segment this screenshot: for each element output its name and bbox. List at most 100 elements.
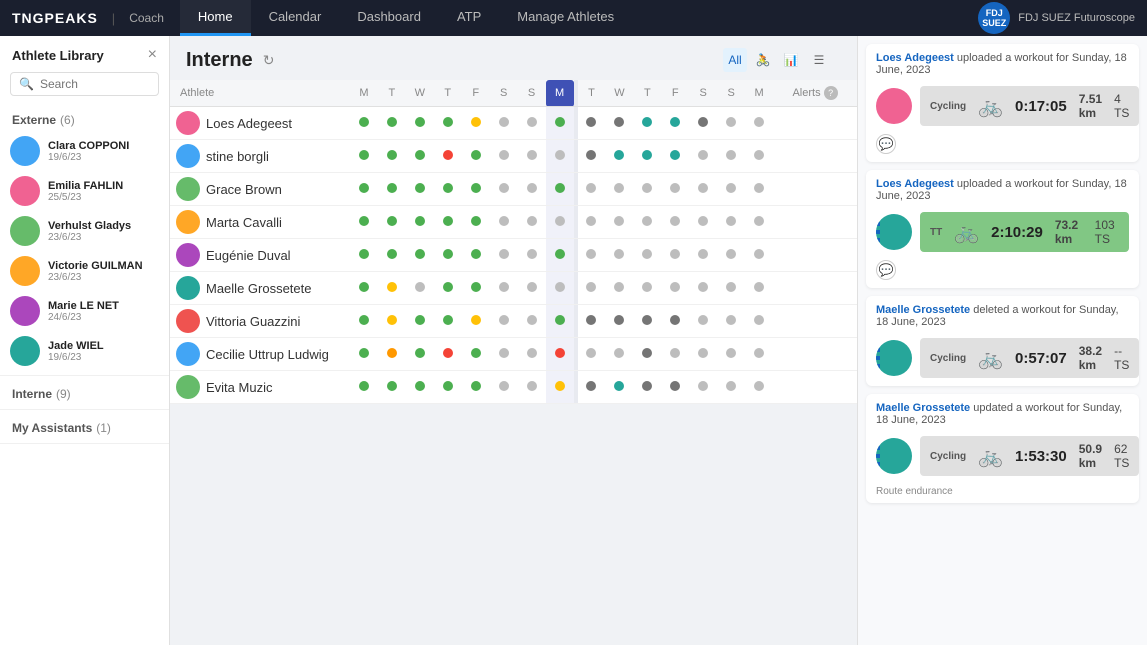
dot-cell [745, 173, 773, 206]
table-row[interactable]: Maelle Grossetete [170, 272, 857, 305]
section-label-Externe[interactable]: Externe(6) [12, 113, 75, 127]
search-box[interactable]: 🔍 [10, 72, 159, 96]
activity-detail[interactable]: Cycling 🚲 1:53:30 50.9 km 62 TS [920, 436, 1139, 476]
dot-cell [633, 338, 661, 371]
training-dot [586, 117, 596, 127]
training-dot [527, 282, 537, 292]
dot-cell [490, 371, 518, 404]
table-row[interactable]: Evita Muzic [170, 371, 857, 404]
nav-tab-calendar[interactable]: Calendar [251, 0, 340, 36]
sidebar-athlete-item[interactable]: Jade WIEL 19/6/23 [0, 331, 169, 371]
dot-cell [378, 272, 406, 305]
alert-cell [773, 173, 857, 206]
training-dot [726, 150, 736, 160]
sidebar-athlete-item[interactable]: Verhulst Gladys 23/6/23 [0, 211, 169, 251]
activity-detail[interactable]: TT 🚲 2:10:29 73.2 km 103 TS [920, 212, 1129, 252]
table-row[interactable]: Loes Adegeest [170, 107, 857, 140]
athlete-table: Athlete MTWTFSSMTWTFSSMAlerts ? Loes Ade… [170, 80, 857, 404]
dot-cell [518, 272, 546, 305]
col-header-left-7: M [546, 80, 574, 107]
dot-cell [689, 371, 717, 404]
dot-cell [490, 173, 518, 206]
dot-cell [406, 140, 434, 173]
dot-cell [717, 239, 745, 272]
training-dot [471, 216, 481, 226]
dot-cell [689, 140, 717, 173]
sidebar-close-button[interactable]: × [148, 46, 157, 64]
training-dot [555, 150, 565, 160]
dot-cell [490, 239, 518, 272]
athlete-info: Verhulst Gladys 23/6/23 [48, 220, 159, 243]
dot-cell [546, 140, 574, 173]
training-dot [499, 282, 509, 292]
nav-tab-manage athletes[interactable]: Manage Athletes [499, 0, 632, 36]
dot-cell [406, 107, 434, 140]
dot-cell [350, 173, 378, 206]
table-row[interactable]: Vittoria Guazzini [170, 305, 857, 338]
dot-cell [633, 371, 661, 404]
training-dot [499, 249, 509, 259]
training-dot [527, 183, 537, 193]
training-dot [527, 249, 537, 259]
table-row[interactable]: Grace Brown [170, 173, 857, 206]
nav-tab-dashboard[interactable]: Dashboard [339, 0, 439, 36]
comment-button[interactable]: 💬 [876, 260, 896, 280]
section-label-Interne[interactable]: Interne(9) [12, 387, 71, 401]
search-input[interactable] [40, 77, 150, 91]
athlete-name: stine borgli [206, 149, 269, 164]
training-dot [387, 216, 397, 226]
table-row[interactable]: Marta Cavalli [170, 206, 857, 239]
training-dot [443, 282, 453, 292]
training-dot [387, 348, 397, 358]
nav-tab-atp[interactable]: ATP [439, 0, 499, 36]
training-dot [387, 282, 397, 292]
athlete-name: Emilia FAHLIN [48, 180, 159, 192]
training-dot [642, 216, 652, 226]
activity-card: Maelle Grossetete deleted a workout for … [866, 296, 1139, 386]
athlete-date: 25/5/23 [48, 192, 159, 203]
sidebar-athlete-item[interactable]: Marie LE NET 24/6/23 [0, 291, 169, 331]
avatar [176, 276, 200, 300]
dot-cell [605, 272, 633, 305]
dot-cell [546, 272, 574, 305]
view-cycle-button[interactable]: 🚴 [751, 48, 775, 72]
avatar [10, 256, 40, 286]
dot-cell [745, 107, 773, 140]
nav-tab-home[interactable]: Home [180, 0, 251, 36]
section-label-My Assistants[interactable]: My Assistants(1) [12, 421, 111, 435]
comment-button[interactable]: 💬 [876, 134, 896, 154]
dot-cell [462, 173, 490, 206]
cycling-icon: 🚲 [978, 94, 1003, 119]
col-header-athlete: Athlete [170, 80, 350, 107]
view-chart-button[interactable]: 📊 [779, 48, 803, 72]
training-dot [698, 117, 708, 127]
training-dot [614, 183, 624, 193]
dot-cell [578, 173, 606, 206]
table-row[interactable]: stine borgli [170, 140, 857, 173]
training-dot [754, 150, 764, 160]
dot-cell [605, 140, 633, 173]
dot-cell [546, 107, 574, 140]
dot-cell [717, 107, 745, 140]
dot-cell [661, 371, 689, 404]
table-row[interactable]: Eugénie Duval [170, 239, 857, 272]
activity-duration: 0:57:07 [1015, 350, 1067, 367]
table-row[interactable]: Cecilie Uttrup Ludwig [170, 338, 857, 371]
view-all-button[interactable]: All [723, 48, 747, 72]
refresh-button[interactable]: ↻ [263, 52, 275, 69]
training-dot [642, 183, 652, 193]
view-list-button[interactable]: ☰ [807, 48, 831, 72]
alerts-help-icon[interactable]: ? [824, 86, 838, 100]
activity-detail[interactable]: Cycling 🚲 0:17:05 7.51 km 4 TS [920, 86, 1139, 126]
activity-detail[interactable]: Cycling 🚲 0:57:07 38.2 km -- TS [920, 338, 1139, 378]
sidebar-athlete-item[interactable]: Clara COPPONI 19/6/23 [0, 131, 169, 171]
dot-cell [378, 239, 406, 272]
sidebar-athlete-item[interactable]: Emilia FAHLIN 25/5/23 [0, 171, 169, 211]
logo-coach: Coach [129, 11, 164, 25]
athlete-name: Maelle Grossetete [206, 281, 312, 296]
training-dot [754, 183, 764, 193]
dot-cell [661, 338, 689, 371]
search-icon: 🔍 [19, 77, 34, 91]
sidebar-athlete-item[interactable]: Victorie GUILMAN 23/6/23 [0, 251, 169, 291]
training-dot [359, 315, 369, 325]
